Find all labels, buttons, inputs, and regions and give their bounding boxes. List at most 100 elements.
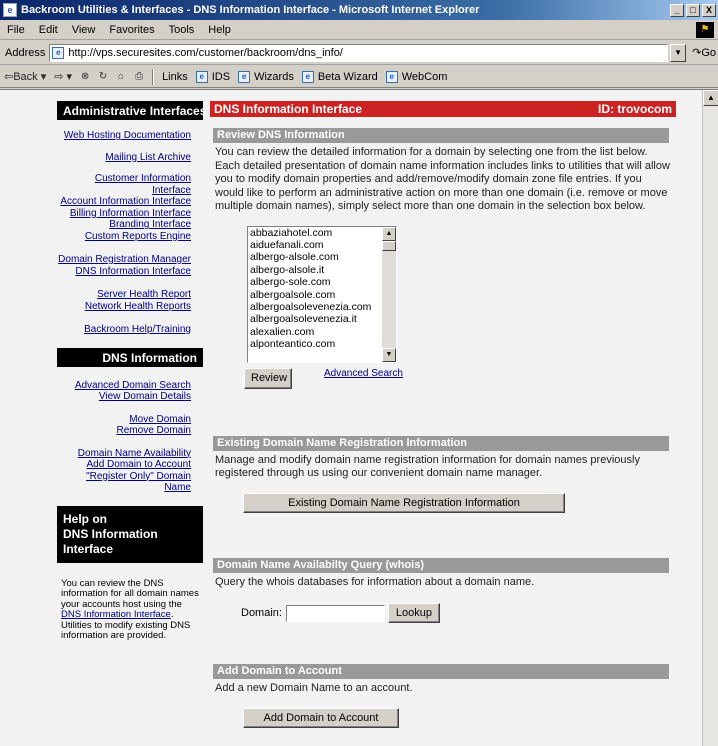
link-webcom[interactable]: e WebCom [382,70,452,83]
help-title-line-2: DNS Information [63,526,158,541]
window-title: Backroom Utilities & Interfaces - DNS In… [21,4,480,16]
add-domain-button[interactable]: Add Domain to Account [243,707,399,728]
page-icon: e [238,70,251,83]
page-icon: e [301,70,314,83]
go-button[interactable]: ↷Go [686,46,718,59]
link-beta-wizard-label: Beta Wizard [317,70,378,83]
domain-select-list[interactable]: abbaziahotel.com aiduefanali.com albergo… [247,225,397,363]
maximize-button[interactable]: □ [686,3,700,17]
home-icon[interactable]: ⌂ [114,70,128,84]
link-mailing-list-archive[interactable]: Mailing List Archive [57,152,191,164]
link-customer-information[interactable]: Customer Information [57,173,191,185]
domain-option[interactable]: albergoalsole.com [248,289,396,301]
forward-button[interactable]: ⇨ ▾ [50,70,76,83]
main-content: DNS Information Interface ID: trovocom R… [210,101,676,728]
dns-information-header: DNS Information [57,347,203,367]
link-branding-interface[interactable]: Branding Interface [57,219,191,231]
address-input[interactable]: e http://vps.securesites.com/customer/ba… [49,43,669,62]
link-move-domain[interactable]: Move Domain [57,414,191,426]
link-dns-information-interface[interactable]: DNS Information Interface [57,266,191,278]
link-billing-information-interface[interactable]: Billing Information Interface [57,208,191,220]
domain-option[interactable]: albergoalsolevenezia.com [248,301,396,313]
toolbar-separator [152,68,155,85]
link-ids[interactable]: e IDS [192,70,234,83]
domain-option[interactable]: abbaziahotel.com [248,227,396,239]
scroll-up-arrow-icon[interactable]: ▲ [382,226,396,241]
menu-help[interactable]: Help [201,24,238,36]
link-network-health-reports[interactable]: Network Health Reports [57,301,191,313]
link-register-only-domain-name[interactable]: "Register Only" Domain Name [57,471,191,494]
go-label: Go [701,47,716,59]
menu-view[interactable]: View [65,24,103,36]
page-icon: e [195,70,208,83]
close-button[interactable]: X [702,3,716,17]
page-icon: e [52,46,65,59]
domain-input[interactable] [285,604,385,622]
domain-option[interactable]: alexalien.com [248,326,396,338]
menu-edit[interactable]: Edit [32,24,65,36]
address-label: Address [5,46,46,59]
page-scroll-up-icon[interactable]: ▲ [703,90,718,106]
menu-tools[interactable]: Tools [162,24,202,36]
link-view-domain-details[interactable]: View Domain Details [57,391,191,403]
print-icon[interactable]: ⎙ [132,70,146,84]
link-backroom-help-training[interactable]: Backroom Help/Training [57,324,191,336]
link-web-hosting-documentation[interactable]: Web Hosting Documentation [57,130,191,142]
stop-icon[interactable]: ⊗ [78,70,92,84]
window-controls: _ □ X [670,3,716,17]
windows-logo-icon: ⚑ [696,22,714,38]
ie-page-icon: e [3,3,17,17]
forward-arrow-icon: ⇨ [54,71,64,83]
advanced-search-link[interactable]: Advanced Search [324,368,403,379]
menu-file[interactable]: File [0,24,32,36]
address-dropdown-button[interactable]: ▼ [670,43,687,62]
page-viewport: Administrative Interfaces Web Hosting Do… [0,89,718,746]
link-wizards[interactable]: e Wizards [234,70,298,83]
registration-heading: Existing Domain Name Registration Inform… [213,435,669,451]
domain-option[interactable]: albergo-sole.com [248,276,396,288]
link-beta-wizard[interactable]: e Beta Wizard [298,70,382,83]
page-content: Administrative Interfaces Web Hosting Do… [0,90,702,746]
scroll-thumb[interactable] [382,240,396,251]
back-button[interactable]: ⇦Back ▾ [0,70,50,83]
link-customer-information-interface[interactable]: Interface [57,185,191,197]
address-bar: Address e http://vps.securesites.com/cus… [0,41,718,65]
link-wizards-label: Wizards [254,70,294,83]
whois-heading: Domain Name Availabilty Query (whois) [213,557,669,573]
account-id: ID: trovocom [597,102,672,116]
link-remove-domain[interactable]: Remove Domain [57,425,191,437]
help-box: Help on DNS Information Interface [57,505,203,563]
link-advanced-domain-search[interactable]: Advanced Domain Search [57,380,191,392]
page-title-bar: DNS Information Interface ID: trovocom [210,101,676,117]
minimize-button[interactable]: _ [670,3,684,17]
menu-favorites[interactable]: Favorites [102,24,161,36]
help-dns-information-interface-link[interactable]: DNS Information Interface [61,609,171,620]
domain-option[interactable]: albergo-alsole.it [248,264,396,276]
domain-field-label: Domain: [241,607,282,619]
link-custom-reports-engine[interactable]: Custom Reports Engine [57,231,191,243]
existing-registration-button[interactable]: Existing Domain Name Registration Inform… [243,492,565,513]
window-titlebar: e Backroom Utilities & Interfaces - DNS … [0,0,718,20]
link-domain-name-availability[interactable]: Domain Name Availability [57,448,191,460]
domain-option[interactable]: alponteantico.com [248,338,396,350]
address-url: http://vps.securesites.com/customer/back… [68,46,343,59]
domain-list-scrollbar[interactable]: ▲ ▼ [382,226,396,362]
link-add-domain-to-account[interactable]: Add Domain to Account [57,459,191,471]
link-server-health-report[interactable]: Server Health Report [57,289,191,301]
domain-option[interactable]: aiduefanali.com [248,239,396,251]
help-text-before: You can review the DNS information for a… [61,577,199,610]
whois-text: Query the whois databases for informatio… [215,575,535,588]
page-scrollbar[interactable]: ▲ [702,90,718,746]
help-title-line-1: Help on [63,511,107,526]
domain-option[interactable]: albergoalsolevenezia.it [248,313,396,325]
review-button[interactable]: Review [244,367,292,389]
domain-option[interactable]: albergo-alsole.com [248,251,396,263]
standard-toolbar: ⇦Back ▾ ⇨ ▾ ⊗ ↻ ⌂ ⎙ Links e IDS e Wizards … [0,66,718,88]
go-arrow-icon: ↷ [692,47,702,59]
scroll-down-arrow-icon[interactable]: ▼ [382,347,396,362]
link-domain-registration-manager[interactable]: Domain Registration Manager [57,254,191,266]
review-actions: Review Advanced Search [244,367,676,389]
lookup-button[interactable]: Lookup [387,603,440,623]
refresh-icon[interactable]: ↻ [96,70,110,84]
link-account-information-interface[interactable]: Account Information Interface [57,196,191,208]
